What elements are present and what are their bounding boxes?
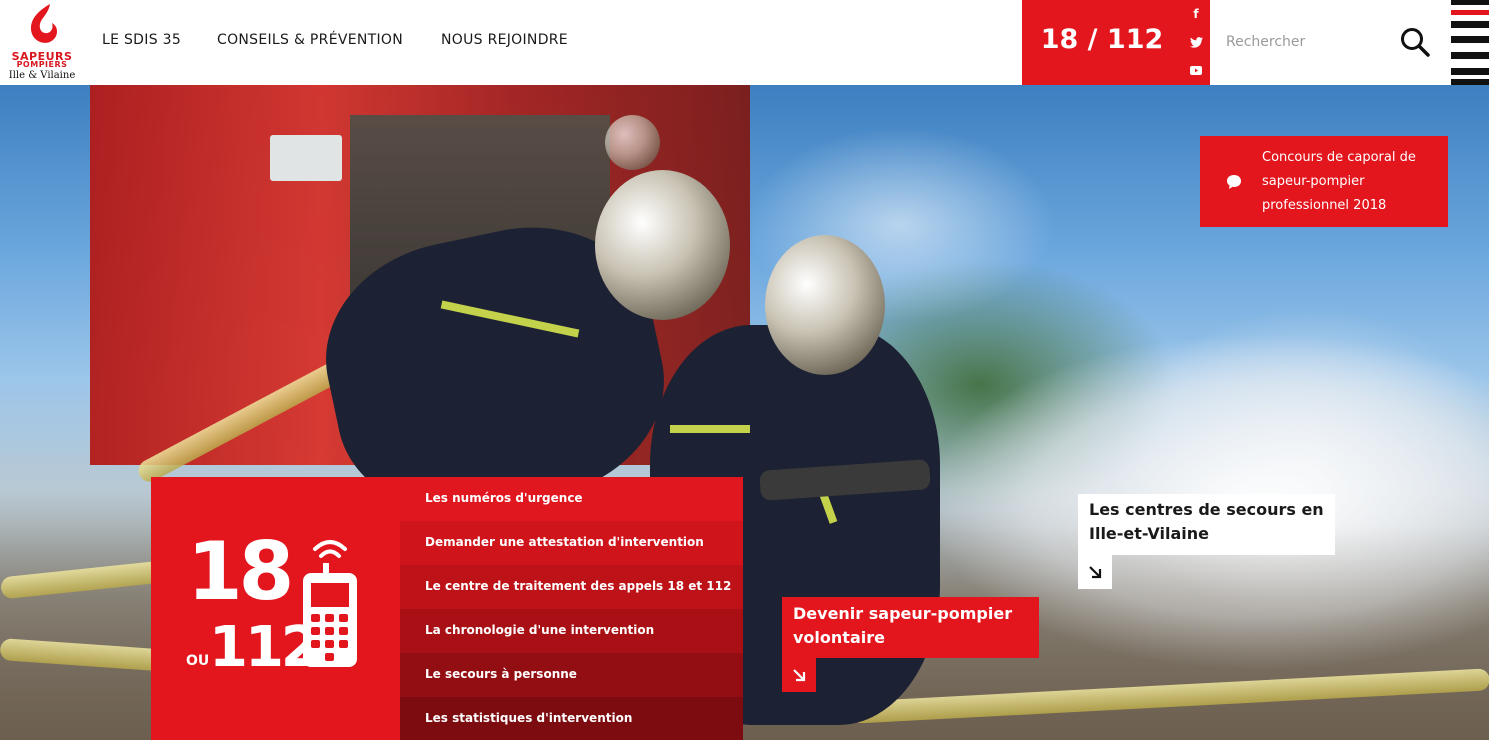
news-card[interactable]: Concours de caporal de sapeur-pompier pr…	[1200, 136, 1448, 227]
flame-logo-icon	[30, 4, 58, 43]
sdis35-logo[interactable]: SAPEURS POMPIERS Ille & Vilaine	[4, 2, 80, 82]
mobile-phone-icon	[303, 540, 357, 667]
volunteer-cta-card[interactable]: Devenir sapeur-pompier volontaire	[782, 597, 1039, 658]
social-links: f	[1182, 0, 1210, 85]
link-numeros-urgence[interactable]: Les numéros d'urgence	[400, 477, 743, 521]
link-centre-traitement-appels[interactable]: Le centre de traitement des appels 18 et…	[400, 565, 743, 609]
arrow-down-right-icon	[793, 669, 806, 682]
centres-arrow-button[interactable]	[1078, 555, 1112, 589]
centres-cta-card[interactable]: Les centres de secours en Ille-et-Vilain…	[1078, 494, 1335, 555]
helmet	[595, 170, 730, 320]
emergency-number-button[interactable]: 18 / 112	[1022, 0, 1182, 85]
centres-cta-label: Les centres de secours en Ille-et-Vilain…	[1089, 500, 1324, 543]
emergency-numbers-block: 18 OU 112	[151, 477, 400, 740]
nav-item-nous-rejoindre[interactable]: NOUS REJOINDRE	[441, 32, 568, 48]
number-18: 18	[187, 525, 294, 618]
link-chronologie-intervention[interactable]: La chronologie d'une intervention	[400, 609, 743, 653]
youtube-icon[interactable]	[1182, 56, 1210, 84]
volunteer-cta-label: Devenir sapeur-pompier volontaire	[793, 604, 1013, 647]
menu-bar	[1451, 36, 1489, 43]
menu-hamburger-icon[interactable]	[1451, 0, 1489, 85]
site-header: SAPEURS POMPIERS Ille & Vilaine LE SDIS …	[0, 0, 1489, 85]
nav-item-le-sdis-35[interactable]: LE SDIS 35	[102, 32, 181, 48]
menu-bar	[1451, 21, 1489, 28]
link-statistiques-intervention[interactable]: Les statistiques d'intervention	[400, 697, 743, 740]
link-secours-personne[interactable]: Le secours à personne	[400, 653, 743, 697]
menu-bar	[1451, 10, 1489, 15]
search-input[interactable]	[1226, 32, 1386, 52]
logo-text-pompiers: POMPIERS	[16, 60, 68, 69]
number-ou: OU	[186, 653, 210, 669]
twitter-icon[interactable]	[1182, 28, 1210, 56]
news-title: Concours de caporal de sapeur-pompier pr…	[1262, 150, 1416, 213]
search-icon[interactable]	[1399, 26, 1431, 58]
helmet	[765, 235, 885, 375]
nav-item-conseils-prevention[interactable]: CONSEILS & PRÉVENTION	[217, 32, 403, 48]
menu-bar	[1451, 68, 1489, 75]
emergency-links-list: Les numéros d'urgence Demander une attes…	[400, 477, 743, 740]
menu-bar	[1451, 52, 1489, 59]
helmet	[605, 115, 660, 170]
logo-text-region: Ille & Vilaine	[8, 70, 76, 81]
volunteer-arrow-button[interactable]	[782, 658, 816, 692]
arrow-down-right-icon	[1089, 566, 1102, 579]
menu-bar	[1451, 0, 1489, 5]
reflective-stripe	[670, 425, 750, 433]
speech-bubble-icon	[1227, 175, 1241, 189]
facebook-icon[interactable]: f	[1182, 0, 1210, 28]
truck-plate	[270, 135, 342, 181]
link-attestation-intervention[interactable]: Demander une attestation d'intervention	[400, 521, 743, 565]
